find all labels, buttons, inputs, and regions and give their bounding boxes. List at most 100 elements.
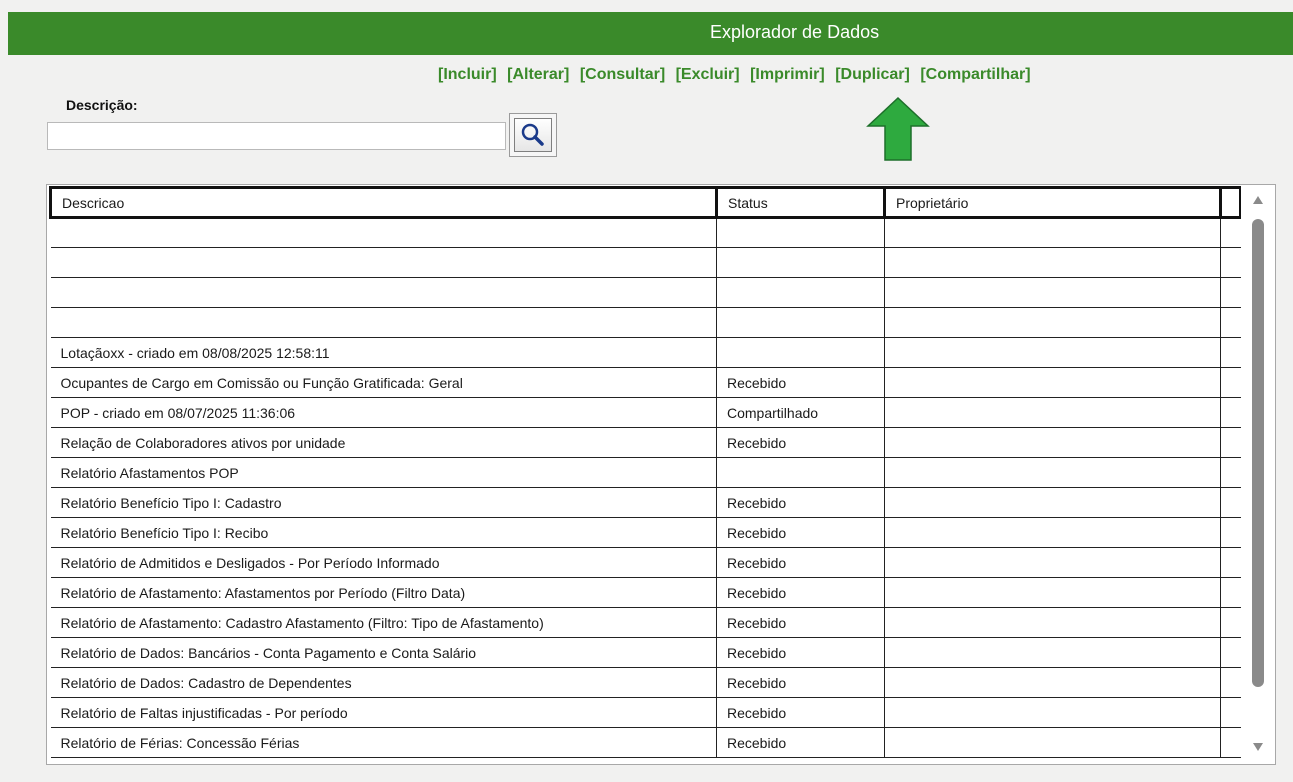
cell-descricao: Relatório de Afastamento: Afastamentos p… <box>50 577 717 608</box>
table-row[interactable]: Relatório de Admitidos e Desligados - Po… <box>50 547 1241 578</box>
window-title: Explorador de Dados <box>710 22 880 42</box>
cell-extra <box>1220 427 1241 458</box>
action-bar: [Incluir] [Alterar] [Consultar] [Excluir… <box>438 66 1037 84</box>
cell-descricao: Relatório Benefício Tipo I: Cadastro <box>50 487 717 518</box>
incluir-link[interactable]: [Incluir] <box>438 66 497 83</box>
table-row[interactable]: Relatório de Dados: Bancários - Conta Pa… <box>50 637 1241 668</box>
imprimir-link[interactable]: [Imprimir] <box>750 66 825 83</box>
cell-status: Recebido <box>716 697 885 728</box>
cell-status <box>716 217 885 248</box>
cell-proprietario <box>884 487 1221 518</box>
cell-extra <box>1220 307 1241 338</box>
table-row[interactable] <box>50 247 1241 278</box>
cell-proprietario <box>884 337 1221 368</box>
table-row[interactable]: Relação de Colaboradores ativos por unid… <box>50 427 1241 458</box>
table-row[interactable] <box>50 217 1241 248</box>
cell-extra <box>1220 517 1241 548</box>
cell-status: Recebido <box>716 577 885 608</box>
table-row[interactable]: Relatório de Dados: Cadastro de Dependen… <box>50 667 1241 698</box>
table-row[interactable] <box>50 307 1241 338</box>
cell-status: Recebido <box>716 517 885 548</box>
magnifier-icon <box>521 123 544 146</box>
cell-proprietario <box>884 727 1221 758</box>
cell-descricao: Relatório de Dados: Bancários - Conta Pa… <box>50 637 717 668</box>
cell-descricao: Relação de Colaboradores ativos por unid… <box>50 427 717 458</box>
cell-proprietario <box>884 607 1221 638</box>
cell-proprietario <box>884 277 1221 308</box>
table-row[interactable]: POP - criado em 08/07/2025 11:36:06 Compa… <box>50 397 1241 428</box>
cell-status: Recebido <box>716 607 885 638</box>
cell-proprietario <box>884 457 1221 488</box>
reports-table: Descricao Status Proprietário Lotaçãoxx … <box>49 186 1242 758</box>
cell-descricao: Relatório Benefício Tipo I: Recibo <box>50 517 717 548</box>
table-header-row: Descricao Status Proprietário <box>49 186 1242 219</box>
scroll-up-icon[interactable] <box>1252 195 1264 205</box>
duplicar-link[interactable]: [Duplicar] <box>835 66 910 83</box>
data-grid: Descricao Status Proprietário Lotaçãoxx … <box>46 184 1276 765</box>
cell-extra <box>1220 277 1241 308</box>
cell-extra <box>1220 217 1241 248</box>
column-header-descricao[interactable]: Descricao <box>49 186 717 219</box>
cell-status: Recebido <box>716 487 885 518</box>
cell-proprietario <box>884 697 1221 728</box>
cell-descricao <box>50 277 717 308</box>
cell-extra <box>1220 457 1241 488</box>
cell-status: Recebido <box>716 667 885 698</box>
cell-descricao: Relatório de Afastamento: Cadastro Afast… <box>50 607 717 638</box>
cell-extra <box>1220 607 1241 638</box>
cell-status <box>716 277 885 308</box>
table-row[interactable]: Relatório de Férias: Concessão Férias Rec… <box>50 727 1241 758</box>
cell-extra <box>1220 367 1241 398</box>
cell-proprietario <box>884 367 1221 398</box>
cell-status <box>716 337 885 368</box>
excluir-link[interactable]: [Excluir] <box>676 66 740 83</box>
scroll-thumb[interactable] <box>1252 219 1264 687</box>
table-row[interactable]: Relatório de Faltas injustificadas - Por… <box>50 697 1241 728</box>
table-row[interactable]: Relatório Benefício Tipo I: Cadastro Rece… <box>50 487 1241 518</box>
cell-descricao: Relatório Afastamentos POP <box>50 457 717 488</box>
column-header-proprietario[interactable]: Proprietário <box>883 186 1221 219</box>
table-row[interactable]: Relatório Afastamentos POP <box>50 457 1241 488</box>
arrow-up-icon <box>866 96 930 161</box>
cell-proprietario <box>884 637 1221 668</box>
table-row[interactable]: Ocupantes de Cargo em Comissão ou Função… <box>50 367 1241 398</box>
cell-proprietario <box>884 427 1221 458</box>
cell-status: Recebido <box>716 727 885 758</box>
cell-proprietario <box>884 307 1221 338</box>
cell-proprietario <box>884 517 1221 548</box>
cell-status: Compartilhado <box>716 397 885 428</box>
alterar-link[interactable]: [Alterar] <box>507 66 569 83</box>
scroll-down-icon[interactable] <box>1252 742 1264 752</box>
cell-status: Recebido <box>716 547 885 578</box>
table-row[interactable]: Lotaçãoxx - criado em 08/08/2025 12:58:1… <box>50 337 1241 368</box>
cell-proprietario <box>884 577 1221 608</box>
cell-status <box>716 247 885 278</box>
compartilhar-link[interactable]: [Compartilhar] <box>920 66 1030 83</box>
cell-descricao <box>50 217 717 248</box>
search-button[interactable] <box>509 113 557 157</box>
cell-proprietario <box>884 547 1221 578</box>
title-bar: Explorador de Dados <box>8 12 1293 55</box>
cell-status: Recebido <box>716 637 885 668</box>
table-row[interactable]: Relatório de Afastamento: Cadastro Afast… <box>50 607 1241 638</box>
cell-proprietario <box>884 667 1221 698</box>
cell-extra <box>1220 397 1241 428</box>
cell-descricao: POP - criado em 08/07/2025 11:36:06 <box>50 397 717 428</box>
cell-descricao <box>50 247 717 278</box>
table-row[interactable]: Relatório de Afastamento: Afastamentos p… <box>50 577 1241 608</box>
table-row[interactable]: Relatório Benefício Tipo I: Recibo Recebi… <box>50 517 1241 548</box>
cell-status <box>716 307 885 338</box>
descricao-input[interactable] <box>47 122 506 150</box>
cell-status: Recebido <box>716 427 885 458</box>
cell-extra <box>1220 667 1241 698</box>
cell-extra <box>1220 247 1241 278</box>
column-header-status[interactable]: Status <box>715 186 885 219</box>
cell-status <box>716 457 885 488</box>
cell-proprietario <box>884 247 1221 278</box>
cell-extra <box>1220 577 1241 608</box>
column-header-extra <box>1219 186 1242 219</box>
consultar-link[interactable]: [Consultar] <box>580 66 665 83</box>
table-body: Lotaçãoxx - criado em 08/08/2025 12:58:1… <box>50 217 1241 758</box>
table-row[interactable] <box>50 277 1241 308</box>
vertical-scrollbar[interactable] <box>1241 185 1275 764</box>
